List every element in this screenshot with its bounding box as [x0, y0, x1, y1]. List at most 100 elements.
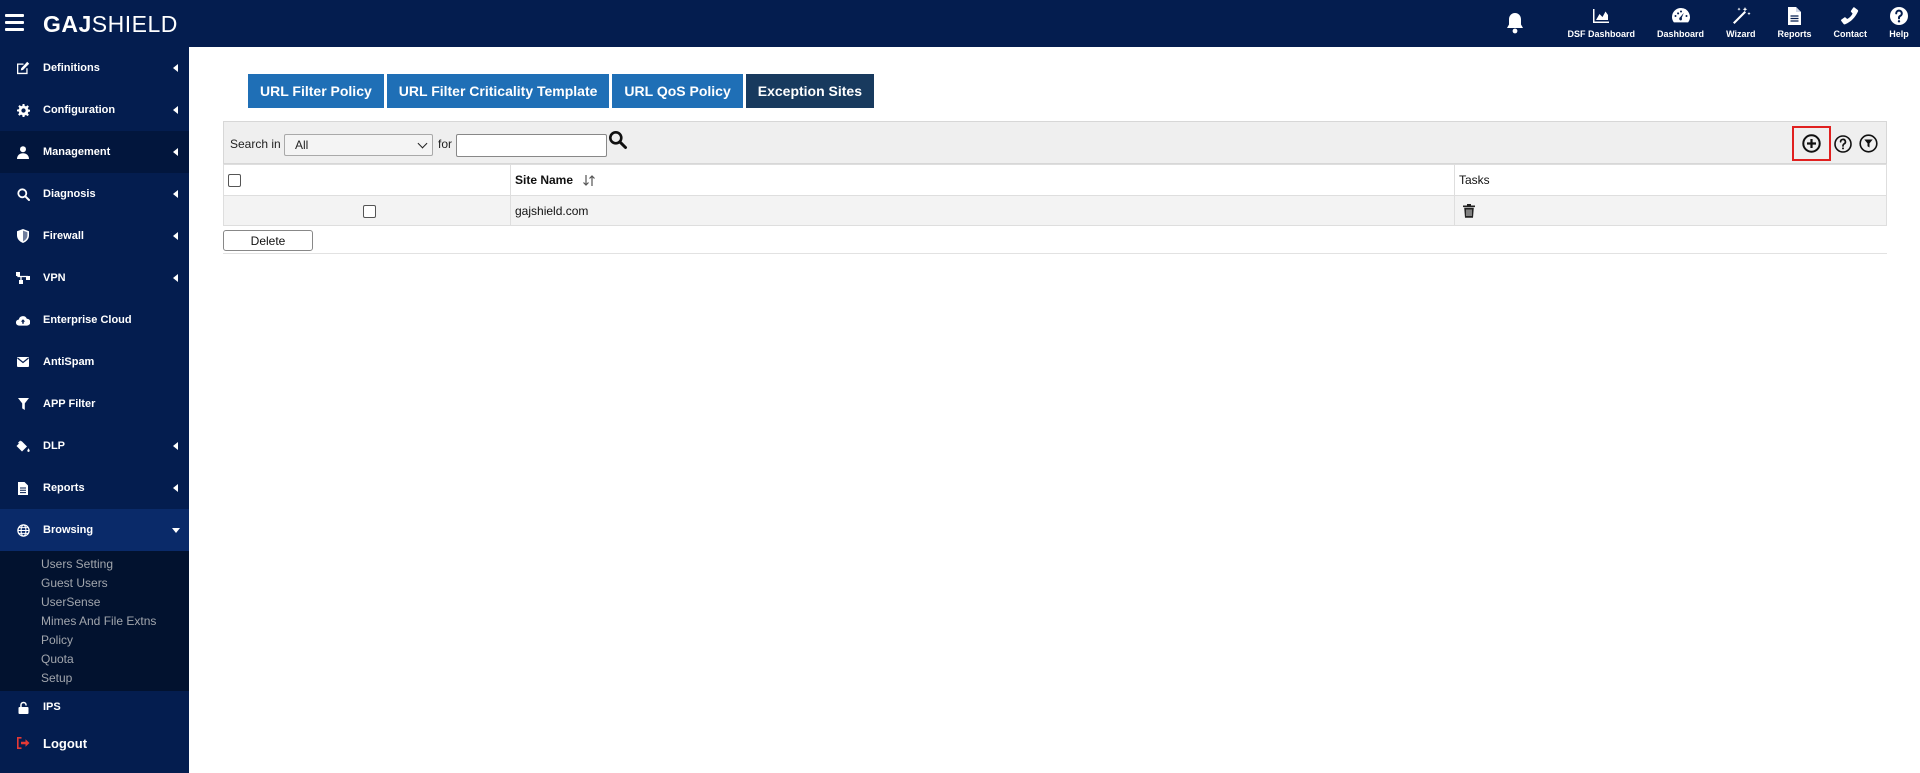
sidebar-item-label: Configuration [43, 104, 116, 116]
topnav-label: Reports [1777, 29, 1812, 39]
sidebar-item-app-filter[interactable]: APP Filter [0, 383, 189, 425]
submenu-item-users-setting[interactable]: Users Setting [0, 555, 189, 574]
add-button[interactable] [1792, 126, 1831, 161]
caret-left-icon [173, 442, 178, 450]
sidebar-item-diagnosis[interactable]: Diagnosis [0, 173, 189, 215]
lock-icon [16, 700, 30, 714]
sidebar-item-label: APP Filter [43, 398, 96, 410]
question-circle-icon [1834, 135, 1852, 153]
search-toolbar: Search in All for [223, 121, 1887, 164]
caret-left-icon [173, 64, 178, 72]
submenu-item-policy[interactable]: Policy [0, 631, 189, 650]
sidebar-item-label: Reports [43, 482, 85, 494]
sidebar-item-dlp[interactable]: DLP [0, 425, 189, 467]
row-select-cell [223, 195, 511, 226]
policy-tabs: URL Filter Policy URL Filter Criticality… [248, 74, 877, 108]
site-name-column-label: Site Name [515, 172, 574, 187]
top-bar: GAJSHIELD DSF Dashboard Dashboard Wizard… [0, 0, 1920, 47]
topnav-label: Help [1889, 29, 1909, 39]
sign-out-icon [16, 736, 30, 750]
topnav-label: Wizard [1726, 29, 1756, 39]
edit-icon [16, 61, 30, 75]
sidebar-item-vpn[interactable]: VPN [0, 257, 189, 299]
cloud-upload-icon [16, 313, 30, 327]
submenu-item-mimes-and-file-extns[interactable]: Mimes And File Extns [0, 612, 189, 631]
select-all-checkbox[interactable] [228, 174, 241, 188]
caret-left-icon [173, 484, 178, 492]
site-name-cell: gajshield.com [510, 195, 1455, 226]
search-in-select[interactable]: All [284, 134, 433, 156]
topnav-reports[interactable]: Reports [1766, 6, 1822, 39]
funnel-icon [16, 397, 30, 411]
topnav-help[interactable]: Help [1878, 6, 1920, 39]
site-name-header[interactable]: Site Name [510, 164, 1455, 196]
topnav-dashboard[interactable]: Dashboard [1646, 6, 1715, 39]
sidebar-item-browsing[interactable]: Browsing [0, 509, 189, 551]
search-icon[interactable] [608, 130, 628, 150]
top-actions: DSF Dashboard Dashboard Wizard Reports C… [1503, 0, 1920, 47]
tab-url-qos-policy[interactable]: URL QoS Policy [612, 74, 743, 108]
for-label: for [438, 137, 453, 151]
row-checkbox[interactable] [362, 204, 376, 218]
hamburger-menu-icon[interactable] [5, 14, 24, 31]
sidebar-item-antispam[interactable]: AntiSpam [0, 341, 189, 383]
speedometer-icon [1671, 8, 1690, 23]
sidebar-item-label: Logout [43, 735, 88, 751]
sidebar-item-reports[interactable]: Reports [0, 467, 189, 509]
topnav-label: Dashboard [1657, 29, 1705, 39]
topnav-contact[interactable]: Contact [1823, 6, 1879, 39]
trash-icon[interactable] [1463, 203, 1475, 218]
user-icon [16, 145, 30, 159]
sidebar-item-definitions[interactable]: Definitions [0, 47, 189, 89]
sort-icon[interactable] [582, 174, 596, 187]
tab-exception-sites[interactable]: Exception Sites [745, 74, 875, 108]
sidebar: Definitions Configuration Management Dia… [0, 47, 189, 773]
brand-logo[interactable]: GAJSHIELD [43, 11, 178, 38]
sidebar-item-label: Diagnosis [43, 188, 96, 200]
notification-bell-icon[interactable] [1503, 11, 1527, 35]
sidebar-item-firewall[interactable]: Firewall [0, 215, 189, 257]
search-input[interactable] [456, 134, 607, 157]
submenu-item-setup[interactable]: Setup [0, 669, 189, 688]
sidebar-item-label: AntiSpam [43, 356, 95, 368]
envelope-icon [16, 355, 30, 369]
search-in-selected-value: All [295, 138, 309, 152]
sidebar-item-enterprise-cloud[interactable]: Enterprise Cloud [0, 299, 189, 341]
tasks-header: Tasks [1454, 164, 1887, 196]
submenu-item-guest-users[interactable]: Guest Users [0, 574, 189, 593]
submenu-item-quota[interactable]: Quota [0, 650, 189, 669]
topnav-dsf-dashboard[interactable]: DSF Dashboard [1557, 6, 1647, 39]
caret-left-icon [173, 274, 178, 282]
filter-button[interactable] [1859, 134, 1878, 158]
sidebar-item-label: DLP [43, 440, 65, 452]
chevron-down-icon [417, 138, 428, 149]
paint-bucket-icon [16, 439, 30, 453]
tab-url-filter-criticality-template[interactable]: URL Filter Criticality Template [386, 74, 610, 108]
tasks-cell [1454, 195, 1887, 226]
question-icon [1890, 7, 1908, 25]
sidebar-item-management[interactable]: Management [0, 131, 189, 173]
magnifier-icon [16, 187, 30, 201]
phone-icon [1841, 7, 1859, 25]
topnav-label: DSF Dashboard [1567, 29, 1636, 39]
sidebar-item-label: Enterprise Cloud [43, 314, 132, 326]
sidebar-item-logout[interactable]: Logout [0, 723, 189, 763]
table-header-row: Site Name Tasks [223, 164, 1887, 196]
caret-left-icon [173, 106, 178, 114]
tab-url-filter-policy[interactable]: URL Filter Policy [248, 74, 384, 108]
browsing-submenu: Users Setting Guest Users UserSense Mime… [0, 551, 189, 691]
sidebar-item-label: Management [43, 146, 111, 158]
filter-circle-icon [1859, 134, 1878, 153]
submenu-item-usersense[interactable]: UserSense [0, 593, 189, 612]
document-icon [1788, 7, 1802, 25]
topnav-label: Contact [1833, 29, 1868, 39]
plus-circle-icon [1802, 134, 1821, 153]
sidebar-item-ips[interactable]: IPS [0, 691, 189, 723]
delete-button[interactable]: Delete [223, 230, 313, 251]
topnav-wizard[interactable]: Wizard [1715, 6, 1766, 39]
help-button[interactable] [1834, 135, 1852, 158]
file-icon [16, 481, 30, 495]
sidebar-item-label: Browsing [43, 524, 94, 536]
select-all-header [223, 164, 511, 196]
sidebar-item-configuration[interactable]: Configuration [0, 89, 189, 131]
